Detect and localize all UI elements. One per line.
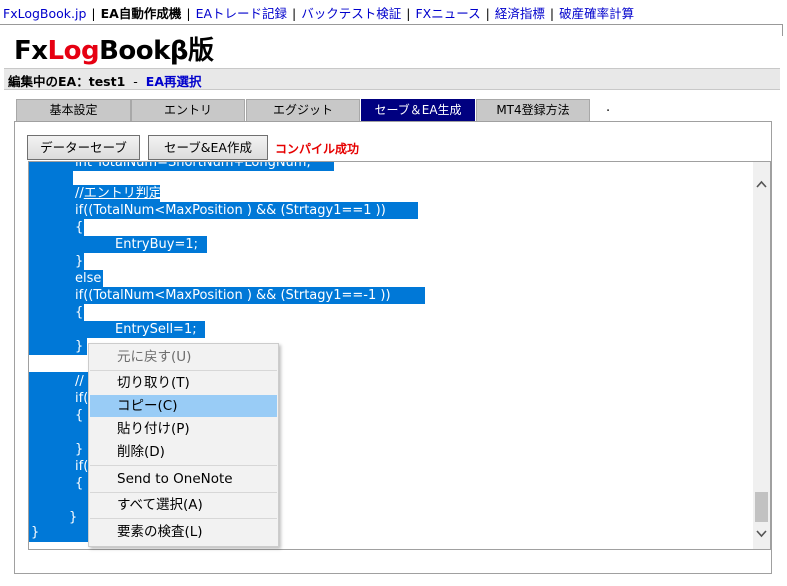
menu-item-undo[interactable]: 元に戻す(U) [90,346,277,368]
menu-item-copy[interactable]: コピー(C) [90,395,277,417]
code-line: if((TotalNum<MaxPosition ) && (Strtagy1=… [75,288,391,303]
nav-divider-edge [782,24,783,36]
code-line: { [75,408,84,423]
scrollbar-thumb[interactable] [755,492,768,522]
site-logo: FxLogBookβ版 [14,36,214,66]
code-line: EntryBuy=1; [115,237,198,252]
menu-divider [90,518,277,519]
tab-mt4-register[interactable]: MT4登録方法 [476,99,590,121]
menu-divider [90,370,277,371]
menu-divider [90,492,277,493]
tab-exit[interactable]: エグジット [246,99,360,121]
top-nav: FxLogBook.jp | EA自動作成機 | EAトレード記録 | バックテスト検証 | F… [3,6,635,21]
ea-bar: 編集中のEA：test1- EA再選択 [4,68,780,90]
menu-item-select-all[interactable]: すべて選択(A) [90,494,277,516]
code-line: } [69,510,78,525]
menu-item-send-to-onenote[interactable]: Send to OneNote [90,468,277,490]
code-line: { [75,220,84,235]
code-line: { [75,305,84,320]
code-line: if( [75,459,89,474]
vertical-scrollbar[interactable] [753,162,770,549]
code-line: //エントリ判定 [75,186,162,201]
chevron-down-icon[interactable] [753,526,770,543]
ea-reselect-link[interactable]: EA再選択 [146,74,202,89]
menu-item-delete[interactable]: 削除(D) [90,441,277,463]
editing-ea-label: 編集中のEA：test1 [8,74,126,89]
chevron-up-icon[interactable] [753,176,770,193]
tab-basic-settings[interactable]: 基本設定 [16,99,131,121]
nav-indicators-link[interactable]: 経済指標 [495,6,545,21]
code-line: EntrySell=1; [115,322,197,337]
code-line: if( [75,391,89,406]
menu-item-inspect[interactable]: 要素の検査(L) [90,521,277,543]
save-create-ea-button[interactable]: セーブ&EA作成 [148,135,268,160]
code-line: } [75,339,84,354]
menu-divider [90,465,277,466]
nav-home-link[interactable]: FxLogBook.jp [3,6,86,21]
tab-save-generate[interactable]: セーブ＆EA生成 [361,99,475,121]
nav-trade-link[interactable]: EAトレード記録 [196,6,287,21]
context-menu: 元に戻す(U) 切り取り(T) コピー(C) 貼り付け(P) 削除(D) Sen… [88,343,279,547]
code-line: if((TotalNum<MaxPosition ) && (Strtagy1=… [75,203,386,218]
menu-item-paste[interactable]: 貼り付け(P) [90,418,277,440]
tab-entry[interactable]: エントリ [131,99,245,121]
nav-news-link[interactable]: FXニュース [415,6,480,21]
nav-backtest-link[interactable]: バックテスト検証 [301,6,401,21]
code-line: // [75,374,84,389]
nav-ruin-link[interactable]: 破産確率計算 [559,6,634,21]
tab-extra-dot: . [606,100,611,115]
menu-item-cut[interactable]: 切り取り(T) [90,372,277,394]
code-line: } [75,442,84,457]
data-save-button[interactable]: データーセーブ [27,135,140,160]
code-line: } [31,525,40,540]
ea-label-row: 編集中のEA：test1- EA再選択 [8,74,202,89]
nav-current: EA自動作成機 [100,6,182,21]
selection-block [29,171,73,355]
code-line: { [75,476,84,491]
nav-divider [0,24,782,25]
code-line: } [75,254,84,269]
code-line: int TotalNum=ShortNum+LongNum; [75,161,311,170]
compile-status: コンパイル成功 [275,142,360,156]
code-line: else [75,271,102,286]
